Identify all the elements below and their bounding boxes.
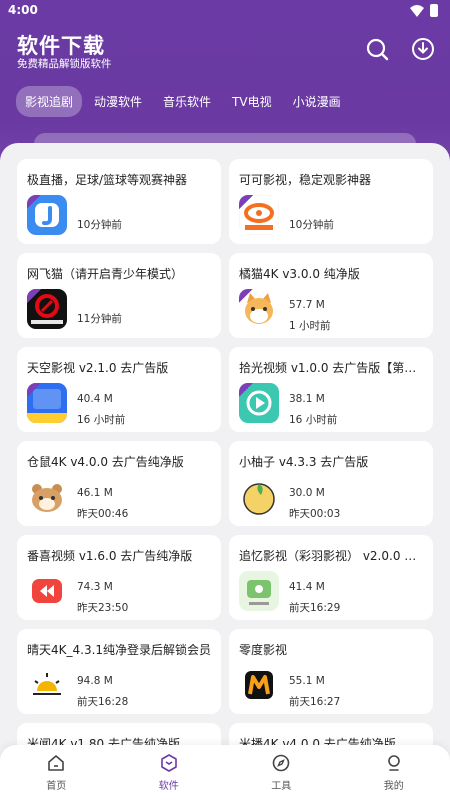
app-card[interactable]: 拾光视频 v1.0.0 去广告版【第一… 38.1 M 16 小时前: [229, 347, 433, 432]
app-card[interactable]: 网飞猫（请开启青少年模式） 11分钟前: [17, 253, 221, 338]
status-bar: 4:00: [0, 0, 450, 22]
badge-ribbon: [239, 195, 253, 209]
bottom-navigation: 首页 软件 工具 我的: [0, 745, 450, 800]
app-time: 16 小时前: [77, 414, 126, 426]
app-card[interactable]: 仓鼠4K v4.0.0 去广告纯净版 46.1 M 昨天00:46: [17, 441, 221, 526]
app-time: 11分钟前: [77, 313, 122, 325]
app-name: 拾光视频 v1.0.0 去广告版【第一…: [239, 361, 427, 375]
app-name: 追忆影视（彩羽影视） v2.0.0 纯…: [239, 549, 427, 563]
nav-tools[interactable]: 工具: [225, 745, 338, 800]
nav-home-label: 首页: [46, 781, 67, 792]
app-time: 16 小时前: [289, 414, 338, 426]
app-card[interactable]: 零度影视 55.1 M 前天16:27: [229, 629, 433, 714]
nav-home[interactable]: 首页: [0, 745, 113, 800]
badge-ribbon: [27, 289, 41, 303]
fanxi-icon: [27, 571, 67, 611]
nav-software[interactable]: 软件: [113, 745, 226, 800]
app-size: 38.1 M: [289, 393, 325, 405]
app-size: 41.4 M: [289, 581, 325, 593]
status-time: 4:00: [8, 3, 38, 17]
app-size: 94.8 M: [77, 675, 113, 687]
nav-mine[interactable]: 我的: [338, 745, 450, 800]
box-icon: [160, 754, 177, 772]
app-list-panel: 极直播，足球/篮球等观赛神器 10分钟前 可可影视，稳定观影神器 10分钟前 网…: [0, 143, 450, 763]
app-card[interactable]: 可可影视，稳定观影神器 10分钟前: [229, 159, 433, 244]
app-name: 极直播，足球/篮球等观赛神器: [27, 173, 188, 187]
app-name: 网飞猫（请开启青少年模式）: [27, 267, 184, 281]
badge-ribbon: [27, 383, 41, 397]
app-card[interactable]: 极直播，足球/篮球等观赛神器 10分钟前: [17, 159, 221, 244]
app-time: 昨天00:46: [77, 508, 129, 520]
app-size: 74.3 M: [77, 581, 113, 593]
app-card[interactable]: 天空影视 v2.1.0 去广告版 40.4 M 16 小时前: [17, 347, 221, 432]
download-icon[interactable]: [410, 36, 436, 62]
search-icon[interactable]: [364, 36, 390, 62]
app-time: 10分钟前: [77, 219, 122, 231]
tab-anime[interactable]: 动漫软件: [85, 86, 151, 117]
tab-movies[interactable]: 影视追剧: [16, 86, 83, 117]
app-card[interactable]: 番喜视频 v1.6.0 去广告纯净版 74.3 M 昨天23:50: [17, 535, 221, 620]
zhuiyi-icon: [239, 571, 279, 611]
app-size: 30.0 M: [289, 487, 325, 499]
app-card[interactable]: 追忆影视（彩羽影视） v2.0.0 纯… 41.4 M 前天16:29: [229, 535, 433, 620]
nav-tools-label: 工具: [271, 781, 292, 792]
hamster-icon: [27, 477, 67, 517]
app-time: 10分钟前: [289, 219, 334, 231]
app-name: 番喜视频 v1.6.0 去广告纯净版: [27, 549, 193, 563]
wifi-icon: [410, 4, 424, 17]
app-time: 前天16:29: [289, 602, 341, 614]
app-time: 昨天00:03: [289, 508, 341, 520]
app-name: 晴天4K_4.3.1纯净登录后解锁会员: [27, 643, 212, 657]
page-subtitle: 免费精品解锁版软件: [17, 58, 112, 70]
app-time: 1 小时前: [289, 320, 331, 332]
m-icon: [239, 665, 279, 705]
nav-mine-label: 我的: [383, 781, 404, 792]
compass-icon: [272, 754, 290, 772]
badge-ribbon: [239, 383, 253, 397]
app-card[interactable]: 橘猫4K v3.0.0 纯净版 57.7 M 1 小时前: [229, 253, 433, 338]
category-tabs: 影视追剧 动漫软件 音乐软件 TV电视 小说漫画: [16, 86, 353, 117]
app-name: 零度影视: [239, 643, 288, 657]
app-card[interactable]: 晴天4K_4.3.1纯净登录后解锁会员 94.8 M 前天16:28: [17, 629, 221, 714]
app-name: 天空影视 v2.1.0 去广告版: [27, 361, 169, 375]
app-time: 前天16:28: [77, 696, 129, 708]
app-time: 前天16:27: [289, 696, 341, 708]
tab-music[interactable]: 音乐软件: [154, 86, 220, 117]
app-size: 57.7 M: [289, 299, 325, 311]
tab-novel[interactable]: 小说漫画: [284, 86, 350, 117]
app-name: 橘猫4K v3.0.0 纯净版: [239, 267, 360, 281]
app-size: 46.1 M: [77, 487, 113, 499]
app-size: 55.1 M: [289, 675, 325, 687]
app-size: 40.4 M: [77, 393, 113, 405]
home-icon: [48, 755, 65, 771]
sun-icon: [27, 665, 67, 705]
badge-ribbon: [27, 195, 41, 209]
app-name: 小柚子 v4.3.3 去广告版: [239, 455, 369, 469]
user-icon: [387, 755, 400, 771]
tab-tv[interactable]: TV电视: [223, 86, 281, 117]
nav-software-label: 软件: [158, 781, 179, 792]
badge-ribbon: [239, 289, 253, 303]
pomelo-icon: [239, 477, 279, 517]
app-name: 可可影视，稳定观影神器: [239, 173, 372, 187]
app-time: 昨天23:50: [77, 602, 129, 614]
app-card[interactable]: 小柚子 v4.3.3 去广告版 30.0 M 昨天00:03: [229, 441, 433, 526]
battery-icon: [430, 4, 438, 17]
app-name: 仓鼠4K v4.0.0 去广告纯净版: [27, 455, 184, 469]
app-grid: 极直播，足球/篮球等观赛神器 10分钟前 可可影视，稳定观影神器 10分钟前 网…: [17, 159, 433, 763]
